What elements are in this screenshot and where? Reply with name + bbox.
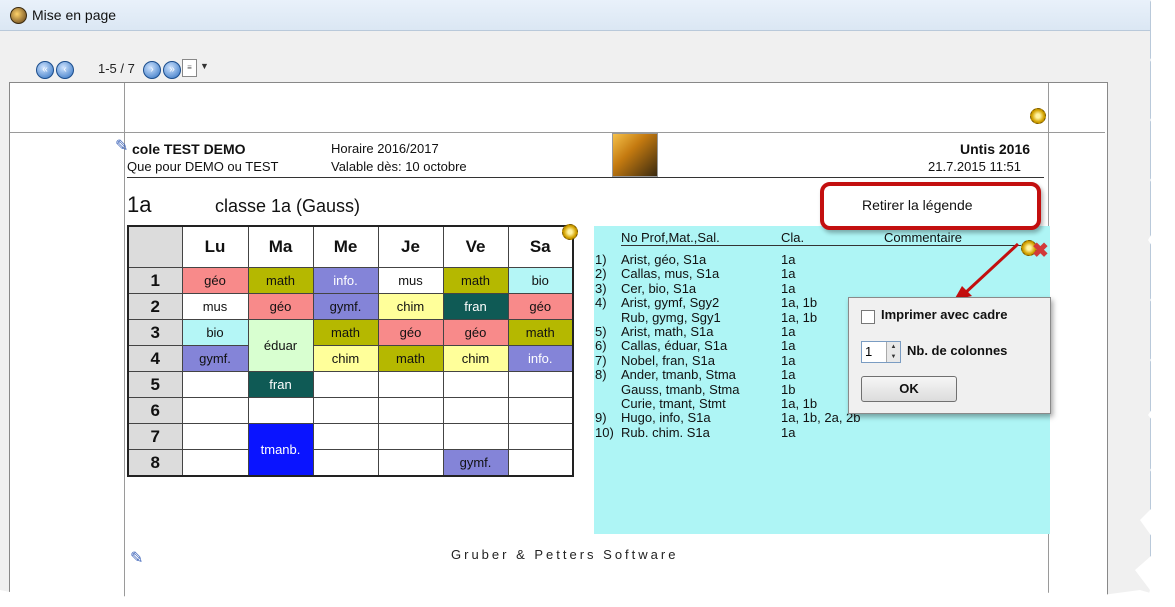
torn-edge-decoration (0, 0, 1175, 607)
